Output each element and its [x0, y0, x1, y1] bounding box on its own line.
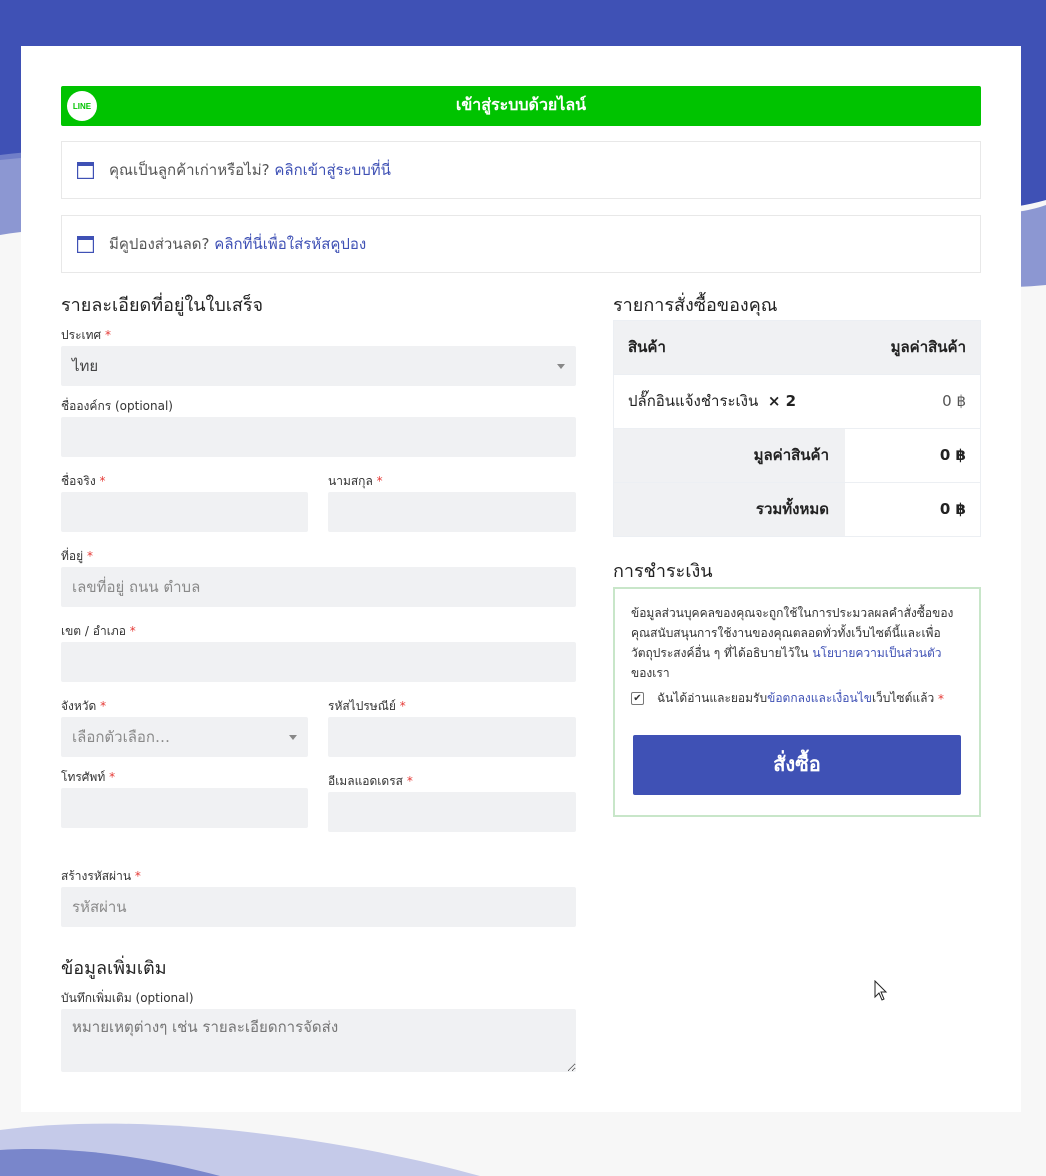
postcode-label: รหัสไปรษณีย์ *	[328, 699, 406, 713]
chevron-down-icon	[289, 735, 297, 740]
col-product: สินค้า	[628, 338, 666, 356]
total-value: 0 ฿	[939, 500, 966, 518]
total-label: รวมทั้งหมด	[755, 500, 829, 518]
place-order-button[interactable]: สั่งซื้อ	[633, 735, 961, 795]
address-input[interactable]: เลขที่อยู่ ถนน ตำบล	[61, 567, 576, 607]
checkout-card: LINE เข้าสู่ระบบด้วยไลน์ คุณเป็นลูกค้าเก…	[21, 46, 1021, 1112]
billing-heading: รายละเอียดที่อยู่ในใบเสร็จ	[61, 295, 264, 316]
payment-heading: การชำระเงิน	[613, 561, 713, 582]
last-name-input[interactable]	[328, 492, 576, 532]
returning-customer-notice: คุณเป็นลูกค้าเก่าหรือไม่? คลิกเข้าสู่ระบ…	[61, 141, 981, 199]
first-name-label: ชื่อจริง *	[61, 474, 106, 488]
company-label: ชื่อองค์กร (optional)	[61, 399, 173, 413]
order-table-header: สินค้า มูลค่าสินค้า	[614, 321, 980, 375]
phone-label: โทรศัพท์ *	[61, 770, 116, 784]
subtotal-row: มูลค่าสินค้า 0 ฿	[614, 429, 980, 483]
last-name-label: นามสกุล *	[328, 474, 383, 488]
coupon-text: มีคูปองส่วนลด?	[109, 235, 210, 253]
login-link[interactable]: คลิกเข้าสู่ระบบที่นี่	[274, 161, 391, 179]
line-login-button[interactable]: LINE เข้าสู่ระบบด้วยไลน์	[61, 86, 981, 126]
total-row: รวมทั้งหมด 0 ฿	[614, 483, 980, 536]
additional-heading: ข้อมูลเพิ่มเติม	[61, 958, 167, 979]
subtotal-value: 0 ฿	[939, 446, 966, 464]
item-name: ปลั๊กอินแจ้งชำระเงิน	[628, 392, 759, 410]
email-input[interactable]	[328, 792, 576, 832]
order-table: สินค้า มูลค่าสินค้า ปลั๊กอินแจ้งชำระเงิน…	[613, 320, 981, 537]
mouse-cursor-icon	[874, 980, 888, 1001]
subtotal-label: มูลค่าสินค้า	[753, 446, 829, 464]
line-login-label: เข้าสู่ระบบด้วยไลน์	[455, 97, 587, 114]
country-select[interactable]: ไทย	[61, 346, 576, 386]
payment-box: ข้อมูลส่วนบุคคลของคุณจะถูกใช้ในการประมวล…	[613, 587, 981, 817]
terms-checkbox[interactable]: ✔	[631, 692, 644, 705]
returning-customer-text: คุณเป็นลูกค้าเก่าหรือไม่?	[109, 161, 270, 179]
postcode-input[interactable]	[328, 717, 576, 757]
password-label: สร้างรหัสผ่าน *	[61, 869, 141, 883]
password-input[interactable]: รหัสผ่าน	[61, 887, 576, 927]
chevron-down-icon	[557, 364, 565, 369]
first-name-input[interactable]	[61, 492, 308, 532]
province-select[interactable]: เลือกตัวเลือก…	[61, 717, 308, 757]
privacy-text: ข้อมูลส่วนบุคคลของคุณจะถูกใช้ในการประมวล…	[631, 606, 954, 680]
country-label: ประเทศ *	[61, 328, 111, 342]
window-icon	[77, 162, 94, 179]
privacy-policy-link[interactable]: นโยบายความเป็นส่วนตัว	[812, 646, 941, 660]
coupon-notice: มีคูปองส่วนลด? คลิกที่นี่เพื่อใส่รหัสคูป…	[61, 215, 981, 273]
terms-link[interactable]: ข้อตกลงและเงื่อนไข	[767, 689, 872, 708]
terms-agreement: ✔ ฉันได้อ่านและยอมรับ ข้อตกลงและเงื่อนไขเ…	[631, 689, 944, 708]
district-input[interactable]	[61, 642, 576, 682]
district-label: เขต / อำเภอ *	[61, 624, 136, 638]
notes-textarea[interactable]	[61, 1009, 576, 1072]
order-item-row: ปลั๊กอินแจ้งชำระเงิน × 2 0 ฿	[614, 375, 980, 429]
phone-input[interactable]	[61, 788, 308, 828]
order-heading: รายการสั่งซื้อของคุณ	[613, 295, 778, 316]
notes-label: บันทึกเพิ่มเติม (optional)	[61, 991, 194, 1005]
col-total: มูลค่าสินค้า	[890, 338, 966, 356]
address-label: ที่อยู่ *	[61, 549, 93, 563]
company-input[interactable]	[61, 417, 576, 457]
window-icon	[77, 236, 94, 253]
item-qty: × 2	[767, 392, 797, 410]
coupon-link[interactable]: คลิกที่นี่เพื่อใส่รหัสคูปอง	[214, 235, 366, 253]
email-label: อีเมลแอดเดรส *	[328, 774, 413, 788]
item-price: 0 ฿	[942, 392, 966, 410]
province-label: จังหวัด *	[61, 699, 107, 713]
